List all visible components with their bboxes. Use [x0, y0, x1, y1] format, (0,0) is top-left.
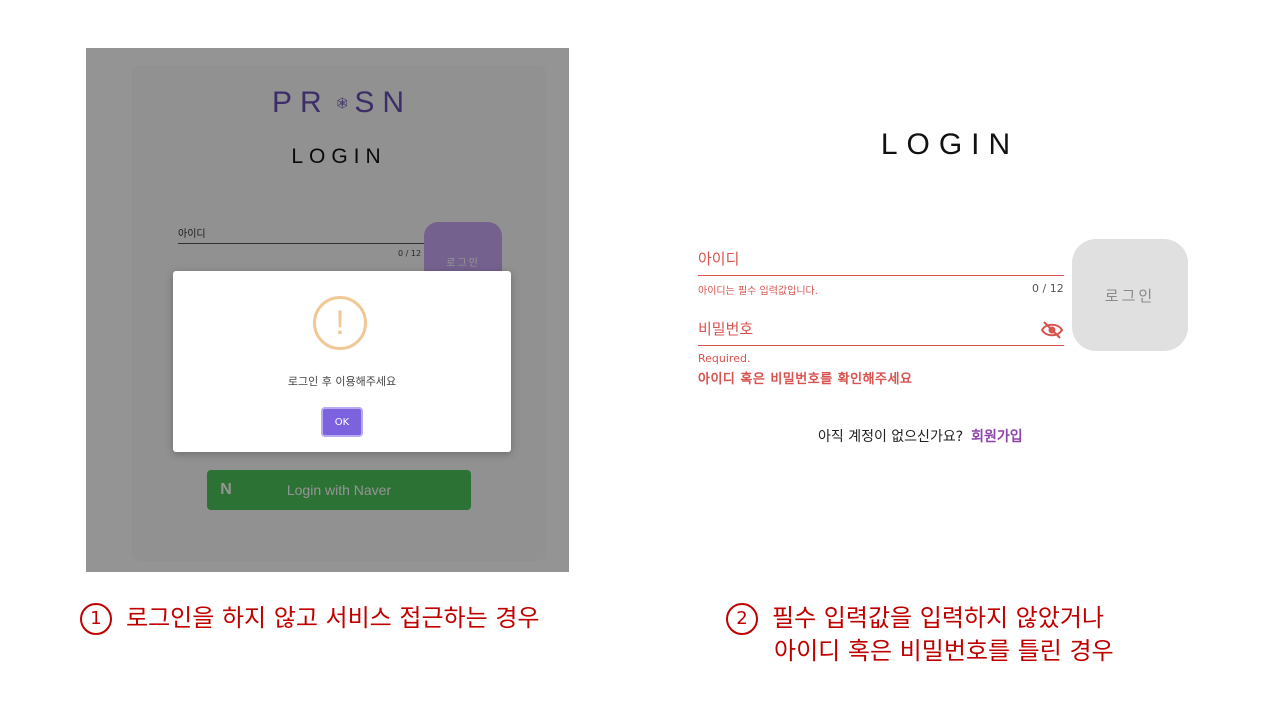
dialog-message: 로그인 후 이용해주세요 [287, 375, 397, 388]
caption-text-line-1: 필수 입력값을 입력하지 않았거나 [772, 604, 1105, 632]
alert-dialog: ! 로그인 후 이용해주세요 OK [173, 271, 511, 452]
caption-number: 2 [726, 603, 758, 635]
password-error-message: Required. [698, 352, 751, 365]
page-title: LOGIN [880, 128, 1020, 161]
caption-text: 로그인을 하지 않고 서비스 접근하는 경우 [126, 604, 540, 632]
caption-case-1: 1 로그인을 하지 않고 서비스 접근하는 경우 [80, 602, 540, 635]
login-button[interactable]: 로그인 [1072, 239, 1188, 351]
password-input[interactable]: 비밀번호 [698, 318, 1064, 346]
signup-prompt-row: 아직 계정이 없으신가요? 회원가입 [818, 426, 1023, 446]
id-input[interactable]: 아이디 [698, 248, 1064, 276]
ok-button[interactable]: OK [321, 407, 363, 437]
screenshot-not-logged-in: PR SN LOGIN 아이디 0 / 12 로그인 N Login with … [86, 48, 569, 572]
signup-link[interactable]: 회원가입 [971, 429, 1023, 445]
screenshot-invalid-input: LOGIN 아이디 아이디는 필수 입력값입니다. 0 / 12 비밀번호 Re… [690, 100, 1200, 460]
warning-icon: ! [313, 296, 367, 350]
signup-prompt-text: 아직 계정이 없으신가요? [818, 429, 964, 445]
eye-off-icon[interactable] [1040, 320, 1064, 340]
auth-error-message: 아이디 혹은 비밀번호를 확인해주세요 [698, 372, 913, 387]
id-error-message: 아이디는 필수 입력값입니다. [698, 286, 818, 297]
caption-case-2: 2 필수 입력값을 입력하지 않았거나 아이디 혹은 비밀번호를 틀린 경우 [726, 602, 1114, 667]
id-char-counter: 0 / 12 [1032, 282, 1064, 295]
caption-text-line-2: 아이디 혹은 비밀번호를 틀린 경우 [774, 637, 1114, 665]
caption-number: 1 [80, 603, 112, 635]
